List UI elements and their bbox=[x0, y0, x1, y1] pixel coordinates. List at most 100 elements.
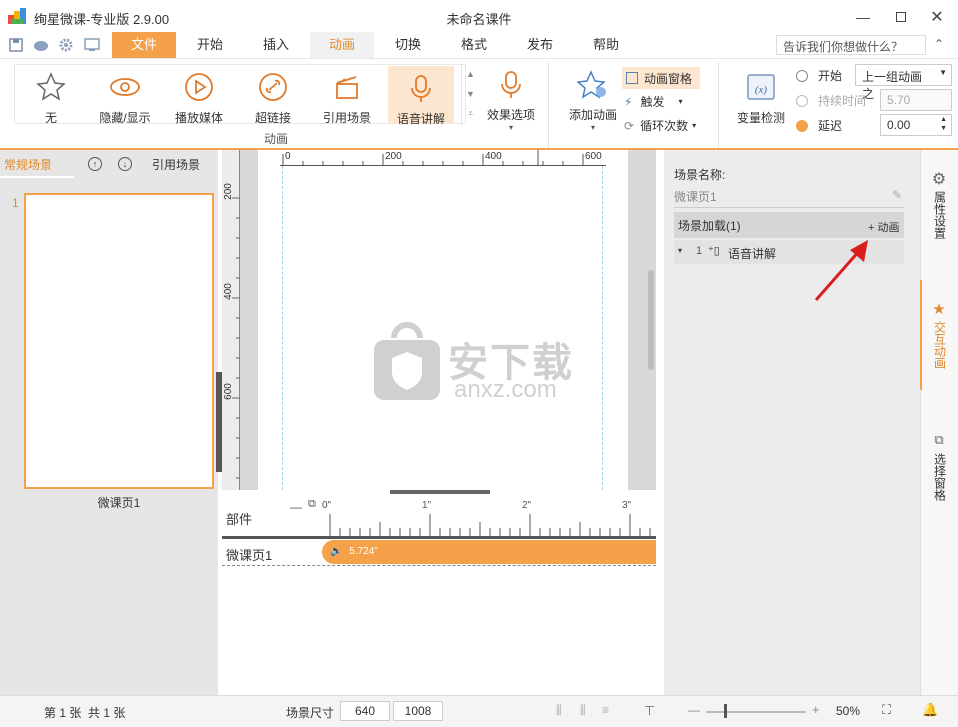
maximize-icon bbox=[896, 12, 906, 22]
ribbon-separator bbox=[548, 62, 549, 148]
tab-selection-pane[interactable]: ⧉ 选择窗格 bbox=[920, 432, 958, 501]
zoom-handle[interactable] bbox=[724, 704, 727, 718]
anim-voice-button[interactable]: 语音讲解 bbox=[388, 66, 454, 126]
close-button[interactable]: ✕ bbox=[920, 4, 954, 30]
start-select[interactable]: 上一组动画之 ▼ bbox=[855, 64, 952, 101]
trigger-button[interactable]: ⚡ 触发 ▾ bbox=[624, 93, 682, 110]
slide-thumbnail[interactable] bbox=[24, 193, 214, 489]
page-info: 第 1 张 共 1 张 bbox=[44, 706, 126, 720]
close-icon: ✕ bbox=[930, 9, 944, 26]
anim-hide-show-button[interactable]: 隐藏/显示 bbox=[92, 62, 158, 126]
menu-help[interactable]: 帮助 bbox=[580, 32, 632, 58]
scene-name-input[interactable]: 微课页1 ✎ bbox=[674, 186, 904, 208]
minimize-button[interactable]: — bbox=[846, 4, 880, 30]
variable-detect-button[interactable]: (x) 变量检测 bbox=[728, 62, 794, 126]
ribbon-separator bbox=[718, 62, 719, 148]
timeline-tick: 2" bbox=[522, 500, 532, 511]
move-down-icon[interactable]: ↓ bbox=[118, 157, 132, 171]
play-circle-icon bbox=[182, 70, 216, 103]
menu-transition[interactable]: 切换 bbox=[382, 32, 434, 58]
scene-width-input[interactable]: 640 bbox=[340, 701, 390, 721]
expand-icon[interactable]: ▾ bbox=[678, 246, 682, 255]
spinner-icon: ▲ ▼ bbox=[940, 116, 947, 132]
maximize-button[interactable] bbox=[884, 4, 918, 30]
tab-interactive-animation[interactable]: ★ 交互动画 bbox=[920, 302, 958, 369]
voice-clip[interactable]: 🔈 5.724" bbox=[322, 540, 656, 564]
animation-pane-button[interactable]: 动画窗格 bbox=[622, 67, 700, 89]
scene-height-input[interactable]: 1008 bbox=[393, 701, 443, 721]
minimize-icon: — bbox=[856, 9, 870, 25]
star-plus-icon bbox=[576, 70, 610, 100]
distribute-icon[interactable]: ⫼ bbox=[580, 703, 586, 718]
ruler-label: 400 bbox=[485, 151, 502, 162]
fit-screen-icon[interactable]: ⛶ bbox=[882, 702, 891, 718]
star-icon: ★ bbox=[932, 301, 946, 318]
svg-text:(x): (x) bbox=[755, 84, 768, 96]
menu-animation[interactable]: 动画 bbox=[310, 32, 374, 58]
guide-line-right bbox=[602, 166, 603, 490]
eye-icon bbox=[108, 70, 142, 103]
anim-none-button[interactable]: 无 bbox=[18, 62, 84, 126]
add-animation-button[interactable]: 添加动画 ▾ bbox=[560, 62, 626, 132]
watermark-url: anxz.com bbox=[454, 376, 557, 403]
track-label: 微课页1 bbox=[226, 548, 273, 563]
microphone-icon bbox=[404, 74, 438, 104]
layers-icon: ⧉ bbox=[934, 432, 944, 447]
anim-row-label: 语音讲解 bbox=[728, 247, 777, 261]
menu-start[interactable]: 开始 bbox=[184, 32, 236, 58]
tab-normal-scene[interactable]: 常规场景 bbox=[4, 156, 52, 173]
save-icon[interactable] bbox=[8, 37, 24, 53]
link-icon bbox=[256, 70, 290, 103]
scene-name-label: 场景名称: bbox=[674, 168, 726, 182]
delay-input[interactable]: 0.00 ▲ ▼ bbox=[880, 114, 952, 136]
menu-publish[interactable]: 发布 bbox=[514, 32, 566, 58]
gallery-scroll[interactable]: ▲ ▼ ⩡ bbox=[461, 64, 479, 126]
scene-canvas[interactable] bbox=[258, 150, 628, 490]
help-search-input[interactable]: 告诉我们你想做什么？ bbox=[776, 35, 926, 55]
effect-options-button[interactable]: 效果选项 ▾ bbox=[478, 62, 544, 132]
timer-icon bbox=[796, 94, 808, 107]
watermark-logo bbox=[372, 322, 442, 402]
align-icon[interactable]: ⫼ bbox=[556, 703, 562, 718]
collapse-ribbon-icon[interactable]: ⌃ bbox=[934, 37, 944, 51]
collapse-icon[interactable]: — bbox=[290, 500, 302, 514]
add-animation-link[interactable]: + 动画 bbox=[868, 219, 899, 235]
track-separator bbox=[222, 565, 656, 566]
tab-properties[interactable]: ⚙ 属性设置 bbox=[920, 172, 958, 240]
variable-icon: (x) bbox=[744, 70, 778, 103]
zoom-in-icon[interactable]: + bbox=[812, 702, 820, 717]
menu-file[interactable]: 文件 bbox=[112, 32, 176, 58]
horizontal-ruler: 0 200 400 600 bbox=[280, 150, 606, 166]
scene-size-label: 场景尺寸 bbox=[286, 706, 335, 720]
title-bar: 绚星微课-专业版 2.9.00 未命名课件 — ✕ bbox=[0, 0, 958, 32]
tab-ref-scene[interactable]: 引用场景 bbox=[152, 156, 200, 173]
zoom-slider[interactable] bbox=[706, 711, 806, 713]
duration-input[interactable]: 5.70 bbox=[880, 89, 952, 111]
restore-icon[interactable]: ⧉ bbox=[308, 498, 316, 511]
vruler-label: 200 bbox=[222, 183, 234, 200]
timeline-tick: 0" bbox=[322, 500, 332, 511]
settings-gear-icon[interactable] bbox=[58, 37, 74, 53]
preview-icon[interactable] bbox=[84, 37, 100, 53]
cloud-icon[interactable] bbox=[33, 37, 49, 53]
microphone-options-icon bbox=[494, 70, 528, 100]
vruler-label: 400 bbox=[222, 283, 234, 300]
move-up-icon[interactable]: ↑ bbox=[88, 157, 102, 171]
notification-bell-icon[interactable]: 🔔 bbox=[922, 702, 938, 718]
voice-anim-icon: ⁺▯ bbox=[708, 245, 720, 257]
anim-ref-scene-button[interactable]: 引用场景 bbox=[314, 62, 380, 126]
timeline-tick: 3" bbox=[622, 500, 632, 511]
menu-insert[interactable]: 插入 bbox=[250, 32, 302, 58]
delay-icon bbox=[796, 119, 808, 132]
canvas-scrollbar[interactable] bbox=[648, 270, 654, 370]
presenter-icon[interactable]: ⊤ bbox=[644, 703, 655, 719]
zoom-out-icon[interactable]: — bbox=[688, 703, 700, 717]
stack-icon[interactable]: ≡ bbox=[602, 703, 609, 717]
anim-row-index: 1 bbox=[696, 245, 703, 257]
document-title: 未命名课件 bbox=[446, 12, 512, 27]
anim-play-media-button[interactable]: 播放媒体 bbox=[166, 62, 232, 126]
anim-hyperlink-button[interactable]: 超链接 bbox=[240, 62, 306, 126]
loop-count-button[interactable]: ⟳ 循环次数 ▾ bbox=[624, 117, 696, 134]
clapboard-icon bbox=[330, 70, 364, 103]
menu-format[interactable]: 格式 bbox=[448, 32, 500, 58]
